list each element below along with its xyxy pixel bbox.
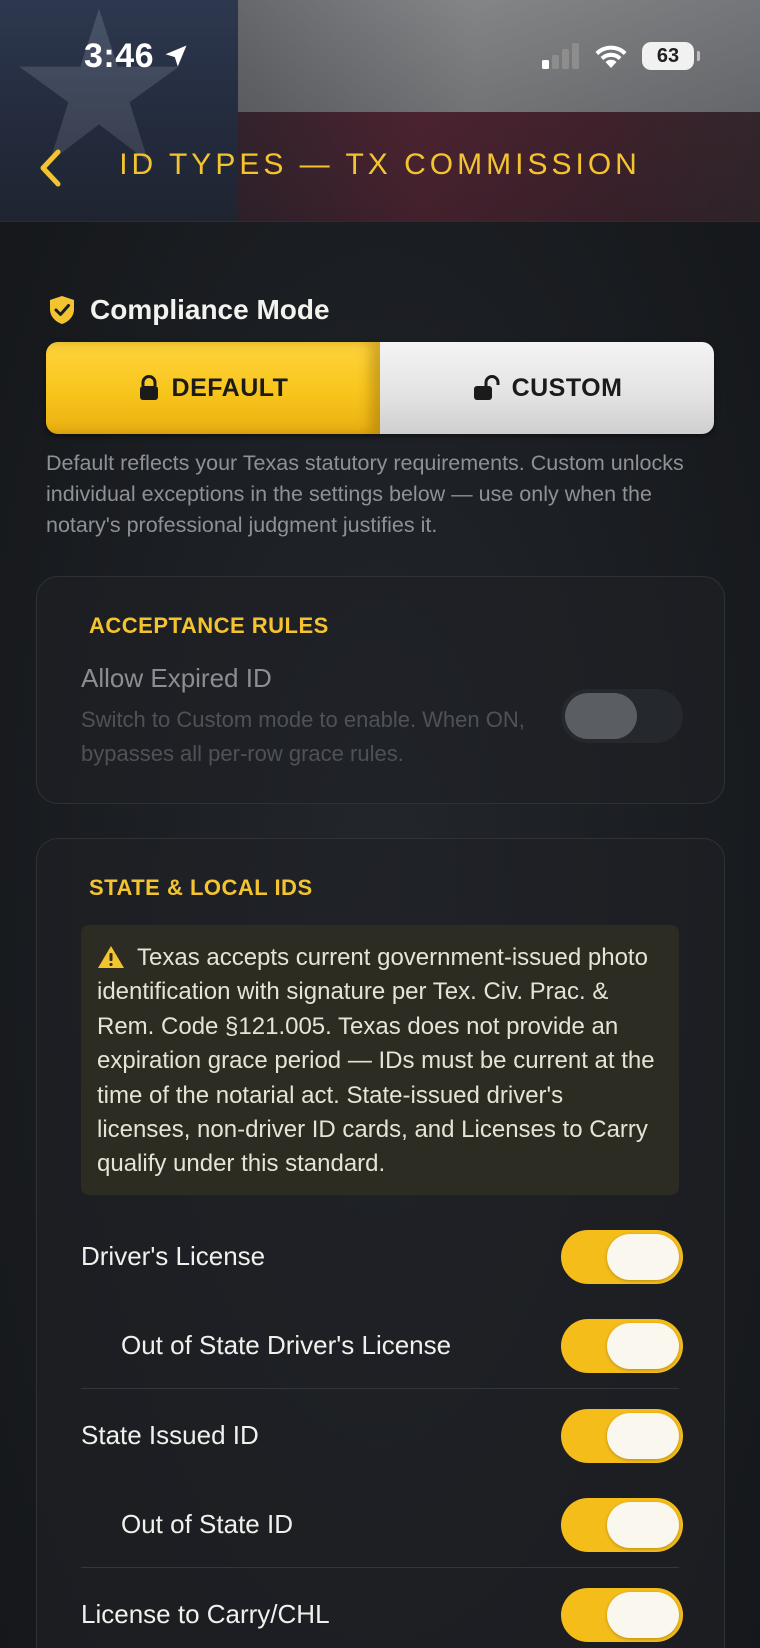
notice-text: Texas accepts current government-issued … bbox=[97, 944, 655, 1178]
allow-expired-id-subtitle: Switch to Custom mode to enable. When ON… bbox=[81, 707, 525, 766]
acceptance-rules-label: ACCEPTANCE RULES bbox=[89, 613, 329, 638]
custom-mode-button[interactable]: CUSTOM bbox=[380, 342, 714, 434]
out-of-state-drivers-license-label: Out of State Driver's License bbox=[121, 1330, 452, 1360]
license-to-carry-toggle[interactable] bbox=[561, 1588, 683, 1642]
default-mode-label: DEFAULT bbox=[171, 373, 289, 402]
screen: 3:46 63 ID TYPES — TX COMMISSION Complia… bbox=[0, 0, 760, 1648]
toggle-knob bbox=[607, 1234, 679, 1280]
cellular-signal-icon bbox=[542, 43, 579, 69]
compliance-mode-description: Default reflects your Texas statutory re… bbox=[46, 451, 684, 537]
row-divider bbox=[81, 1388, 679, 1389]
page-title: ID TYPES — TX COMMISSION bbox=[119, 148, 641, 181]
toggle-knob bbox=[607, 1323, 679, 1369]
state-local-ids-label: STATE & LOCAL IDS bbox=[89, 875, 313, 900]
compliance-mode-heading: Compliance Mode bbox=[48, 290, 330, 330]
location-arrow-icon bbox=[165, 45, 187, 67]
shield-check-icon bbox=[50, 296, 74, 324]
out-of-state-drivers-license-toggle[interactable] bbox=[561, 1319, 683, 1373]
allow-expired-id-toggle[interactable] bbox=[561, 689, 683, 743]
acceptance-rules-card: ACCEPTANCE RULES Allow Expired ID Switch… bbox=[36, 576, 725, 804]
compliance-mode-title: Compliance Mode bbox=[90, 294, 330, 325]
lock-icon bbox=[139, 375, 158, 400]
default-mode-button[interactable]: DEFAULT bbox=[46, 342, 380, 434]
state-local-ids-card: STATE & LOCAL IDS Texas accepts current … bbox=[36, 838, 725, 1648]
toggle-knob bbox=[607, 1502, 679, 1548]
out-of-state-id-label: Out of State ID bbox=[121, 1509, 293, 1539]
battery-level: 63 bbox=[656, 44, 680, 67]
toggle-knob bbox=[607, 1413, 679, 1459]
warning-icon bbox=[98, 946, 124, 968]
out-of-state-id-toggle[interactable] bbox=[561, 1498, 683, 1552]
wifi-icon bbox=[595, 45, 627, 68]
texas-statute-notice: Texas accepts current government-issued … bbox=[81, 925, 679, 1195]
license-to-carry-label: License to Carry/CHL bbox=[81, 1599, 330, 1629]
status-time: 3:46 bbox=[84, 34, 190, 78]
toggle-knob bbox=[607, 1592, 679, 1638]
unlock-icon bbox=[473, 375, 500, 400]
battery-indicator: 63 bbox=[642, 42, 700, 70]
toggle-knob bbox=[565, 693, 637, 739]
drivers-license-label: Driver's License bbox=[81, 1241, 266, 1271]
row-divider bbox=[81, 1567, 679, 1568]
drivers-license-toggle[interactable] bbox=[561, 1230, 683, 1284]
allow-expired-id-title: Allow Expired ID bbox=[81, 663, 272, 693]
status-time-text: 3:46 bbox=[84, 36, 155, 75]
custom-mode-label: CUSTOM bbox=[511, 373, 623, 402]
header: 3:46 63 ID TYPES — TX COMMISSION bbox=[0, 0, 760, 222]
compliance-mode-segmented-control: DEFAULT CUSTOM bbox=[46, 342, 714, 434]
state-issued-id-label: State Issued ID bbox=[81, 1420, 259, 1450]
status-icons: 63 bbox=[542, 38, 700, 74]
state-issued-id-toggle[interactable] bbox=[561, 1409, 683, 1463]
